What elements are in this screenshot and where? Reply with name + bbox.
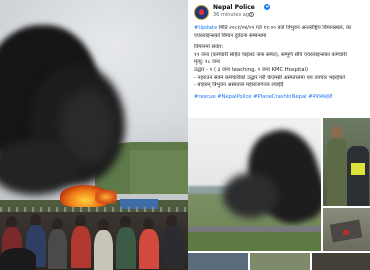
crowd: [0, 212, 188, 270]
person: [116, 227, 136, 269]
update-hashtag[interactable]: #Update: [194, 25, 217, 31]
post-timestamp[interactable]: 36 minutes ago: [213, 12, 252, 18]
post-photo-grid: [188, 118, 370, 270]
post-photo[interactable]: [312, 253, 370, 270]
person: [71, 226, 91, 268]
post-line: एयरलाइन्सको विमान दुर्घटना सम्बन्धमा: [194, 32, 267, 39]
crash-scene-photo: [0, 0, 188, 270]
person: [327, 138, 347, 206]
smoke-plume: [223, 173, 278, 218]
person: [94, 230, 113, 270]
person: [139, 229, 159, 269]
post-header: Nepal Police 36 minutes ago: [188, 0, 370, 24]
post-photo-main[interactable]: [188, 118, 321, 251]
post-body: #Update मिति २०८१/०४/०९ गते ११:०० बजे त्…: [194, 25, 370, 101]
post-line: - बाहरुन् त्रिभुवन अस्पताल महाराजगञ्ज ल्…: [194, 82, 284, 89]
page-avatar[interactable]: [194, 5, 209, 20]
post-line: उद्धार - १ ( ३ जना teaching, १ जना KMC H…: [194, 66, 308, 73]
more-photos-overlay: [312, 253, 370, 270]
post-line-text: मिति २०८१/०४/०९ गते ११:०० बजे त्रिभुवन अ…: [217, 25, 352, 31]
post-line: विमानमा सवार:: [194, 44, 224, 51]
safety-vest: [351, 163, 365, 175]
post-line: मृत्यु: १८ जना: [194, 59, 221, 66]
post-line: #Update मिति २०८१/०४/०९ गते ११:०० बजे त्…: [194, 25, 370, 33]
hills: [130, 150, 188, 194]
post-line: - नहराउन सक्ने कर्मचारीको उद्धार गरी केए…: [194, 74, 345, 81]
post-photo[interactable]: [250, 253, 310, 270]
verified-badge-icon: [264, 4, 270, 10]
post-photo[interactable]: [188, 253, 248, 270]
fire: [95, 190, 117, 204]
debris: [343, 230, 349, 235]
post-photo-debris[interactable]: [323, 208, 370, 251]
person: [0, 248, 36, 270]
page-name[interactable]: Nepal Police: [213, 4, 255, 11]
globe-icon: [249, 12, 254, 17]
grass: [188, 232, 321, 251]
post-hashtags[interactable]: #rescue #NepalPolice #PlaneCrashInNepal …: [194, 94, 370, 102]
post-line: १९ जना (कर्मचारी सहित पाइलट जना समेत), स…: [194, 51, 347, 58]
person: [48, 229, 67, 269]
post-photo-rescuers[interactable]: [323, 118, 370, 206]
person: [162, 226, 184, 268]
person: [347, 146, 369, 206]
